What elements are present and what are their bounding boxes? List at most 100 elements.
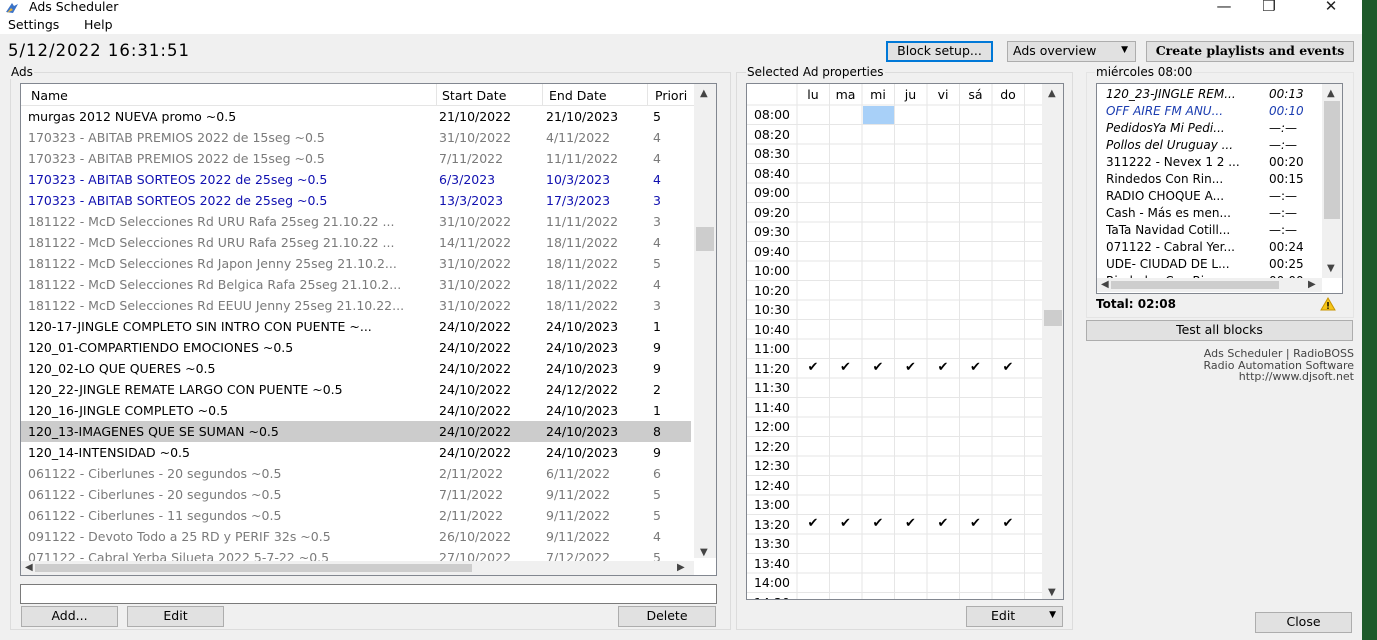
weekday-1[interactable]: ma	[830, 87, 862, 102]
schedule-scroll-thumb[interactable]	[1044, 310, 1062, 326]
weekday-4[interactable]: vi	[927, 87, 959, 102]
table-row[interactable]: 061122 - Ciberlunes - 11 segundos ~0.5 2/…	[21, 505, 691, 526]
table-row[interactable]: 170323 - ABITAB PREMIOS 2022 de 15seg ~0…	[21, 127, 691, 148]
day-horizontal-scrollbar[interactable]: ◀ ▶	[1097, 278, 1322, 292]
ads-table[interactable]: Name Start Date End Date Priori murgas 2…	[20, 83, 717, 576]
check-icon[interactable]: ✔	[862, 516, 894, 531]
ads-vertical-scrollbar[interactable]: ▲ ▼	[694, 84, 716, 558]
day-hscroll-thumb[interactable]	[1111, 281, 1279, 289]
table-row[interactable]: 181122 - McD Selecciones Rd Belgica Rafa…	[21, 274, 691, 295]
table-row[interactable]: 170323 - ABITAB PREMIOS 2022 de 15seg ~0…	[21, 148, 691, 169]
list-item[interactable]: OFF AIRE FM ANU... 00:10	[1106, 103, 1326, 120]
scroll-right-icon[interactable]: ▶	[1308, 280, 1316, 290]
table-row[interactable]: 120_13-IMAGENES QUE SE SUMAN ~0.5 24/10/2…	[21, 421, 691, 442]
list-item[interactable]: 071122 - Cabral Yer... 00:24	[1106, 239, 1326, 256]
highlighted-cell[interactable]	[863, 106, 895, 125]
table-row[interactable]: 120_16-JINGLE COMPLETO ~0.5 24/10/2022 24/…	[21, 400, 691, 421]
scroll-down-icon[interactable]: ▼	[700, 548, 708, 558]
weekday-5[interactable]: sá	[960, 87, 992, 102]
credits-link[interactable]: http://www.djsoft.net	[1239, 371, 1354, 383]
table-row[interactable]: 120_14-INTENSIDAD ~0.5 24/10/2022 24/10/20…	[21, 442, 691, 463]
column-separator[interactable]	[436, 84, 437, 106]
check-icon[interactable]: ✔	[862, 360, 894, 375]
table-row[interactable]: 181122 - McD Selecciones Rd URU Rafa 25s…	[21, 211, 691, 232]
weekday-3[interactable]: ju	[895, 87, 927, 102]
title-bar[interactable]: Ads Scheduler — ❐ ✕	[0, 0, 1362, 16]
column-name[interactable]: Name	[31, 88, 68, 103]
add-button[interactable]: Add...	[21, 606, 118, 627]
scroll-down-icon[interactable]: ▼	[1048, 588, 1056, 598]
check-icon[interactable]: ✔	[830, 360, 862, 375]
column-separator[interactable]	[647, 84, 648, 106]
list-item[interactable]: TaTa Navidad Cotill... —:—	[1106, 222, 1326, 239]
column-end-date[interactable]: End Date	[549, 88, 607, 103]
check-icon[interactable]: ✔	[960, 360, 992, 375]
weekday-6[interactable]: do	[992, 87, 1024, 102]
edit-button[interactable]: Edit	[127, 606, 224, 627]
minimize-icon[interactable]: —	[1209, 0, 1239, 15]
ads-filter-input[interactable]	[20, 584, 717, 604]
check-icon[interactable]: ✔	[797, 360, 829, 375]
list-item[interactable]: UDE- CIUDAD DE L... 00:25	[1106, 256, 1326, 273]
list-item[interactable]: Pollos del Uruguay ... —:—	[1106, 137, 1326, 154]
properties-edit-button[interactable]: Edit ▼	[966, 606, 1063, 627]
table-row[interactable]: 170323 - ABITAB SORTEOS 2022 de 25seg ~0…	[21, 190, 691, 211]
ads-hscroll-thumb[interactable]	[35, 564, 472, 572]
check-icon[interactable]: ✔	[992, 360, 1024, 375]
table-row[interactable]: 091122 - Devoto Todo a 25 RD y PERIF 32s…	[21, 526, 691, 547]
close-icon[interactable]: ✕	[1316, 0, 1346, 15]
column-start-date[interactable]: Start Date	[442, 88, 506, 103]
table-row[interactable]: 181122 - McD Selecciones Rd URU Rafa 25s…	[21, 232, 691, 253]
table-row[interactable]: 120-17-JINGLE COMPLETO SIN INTRO CON PUE…	[21, 316, 691, 337]
table-row[interactable]: 181122 - McD Selecciones Rd Japon Jenny …	[21, 253, 691, 274]
table-row[interactable]: 120_01-COMPARTIENDO EMOCIONES ~0.5 24/10/…	[21, 337, 691, 358]
list-item[interactable]: PedidosYa Mi Pedi... —:—	[1106, 120, 1326, 137]
ads-scroll-thumb[interactable]	[696, 227, 714, 251]
scroll-up-icon[interactable]: ▲	[1327, 89, 1335, 99]
check-icon[interactable]: ✔	[797, 516, 829, 531]
check-icon[interactable]: ✔	[895, 360, 927, 375]
check-icon[interactable]: ✔	[927, 516, 959, 531]
list-item[interactable]: 120_23-JINGLE REM... 00:13	[1106, 86, 1326, 103]
check-icon[interactable]: ✔	[960, 516, 992, 531]
scroll-down-icon[interactable]: ▼	[1327, 264, 1335, 274]
scroll-up-icon[interactable]: ▲	[1048, 89, 1056, 99]
maximize-icon[interactable]: ❐	[1254, 0, 1284, 15]
scroll-left-icon[interactable]: ◀	[25, 563, 33, 573]
test-all-blocks-button[interactable]: Test all blocks	[1086, 320, 1353, 341]
table-row[interactable]: 061122 - Ciberlunes - 20 segundos ~0.5 2/…	[21, 463, 691, 484]
scroll-left-icon[interactable]: ◀	[1101, 280, 1109, 290]
day-vertical-scrollbar[interactable]: ▲ ▼	[1322, 84, 1342, 278]
schedule-grid[interactable]: lu ma mi ju vi sá do 08:00 08:20 08:30 08:40 09:00…	[746, 83, 1064, 600]
column-priority[interactable]: Priori	[655, 88, 687, 103]
check-icon[interactable]: ✔	[927, 360, 959, 375]
check-icon[interactable]: ✔	[830, 516, 862, 531]
list-item[interactable]: RADIO CHOQUE A... —:—	[1106, 188, 1326, 205]
block-setup-button[interactable]: Block setup...	[886, 41, 993, 62]
menu-help[interactable]: Help	[84, 17, 113, 32]
scroll-up-icon[interactable]: ▲	[700, 89, 708, 99]
check-icon[interactable]: ✔	[992, 516, 1024, 531]
ads-horizontal-scrollbar[interactable]: ◀ ▶	[21, 561, 694, 575]
table-row[interactable]: 120_02-LO QUE QUERES ~0.5 24/10/2022 24/10…	[21, 358, 691, 379]
weekday-2[interactable]: mi	[862, 87, 894, 102]
table-row[interactable]: 061122 - Ciberlunes - 20 segundos ~0.5 7/…	[21, 484, 691, 505]
delete-button[interactable]: Delete	[618, 606, 716, 627]
day-scroll-thumb[interactable]	[1324, 101, 1340, 219]
table-row[interactable]: 120_22-JINGLE REMATE LARGO CON PUENTE ~0…	[21, 379, 691, 400]
column-separator[interactable]	[542, 84, 543, 106]
ads-overview-button[interactable]: Ads overview ▼	[1007, 41, 1136, 62]
table-row[interactable]: 181122 - McD Selecciones Rd EEUU Jenny 2…	[21, 295, 691, 316]
list-item[interactable]: Rindedos Con Rin... 00:15	[1106, 171, 1326, 188]
day-blocks-list[interactable]: 120_23-JINGLE REM... 00:13 OFF AIRE FM ANU…	[1096, 83, 1343, 294]
list-item[interactable]: 311222 - Nevex 1 2 ... 00:20	[1106, 154, 1326, 171]
create-playlists-button[interactable]: Create playlists and events	[1146, 41, 1354, 62]
schedule-vertical-scrollbar[interactable]: ▲ ▼	[1042, 84, 1063, 599]
close-button[interactable]: Close	[1255, 612, 1352, 633]
table-row[interactable]: 170323 - ABITAB SORTEOS 2022 de 25seg ~0…	[21, 169, 691, 190]
scroll-right-icon[interactable]: ▶	[677, 563, 685, 573]
weekday-0[interactable]: lu	[797, 87, 829, 102]
table-row[interactable]: murgas 2012 NUEVA promo ~0.5 21/10/2022 21…	[21, 106, 691, 127]
menu-settings[interactable]: Settings	[8, 17, 59, 32]
check-icon[interactable]: ✔	[895, 516, 927, 531]
